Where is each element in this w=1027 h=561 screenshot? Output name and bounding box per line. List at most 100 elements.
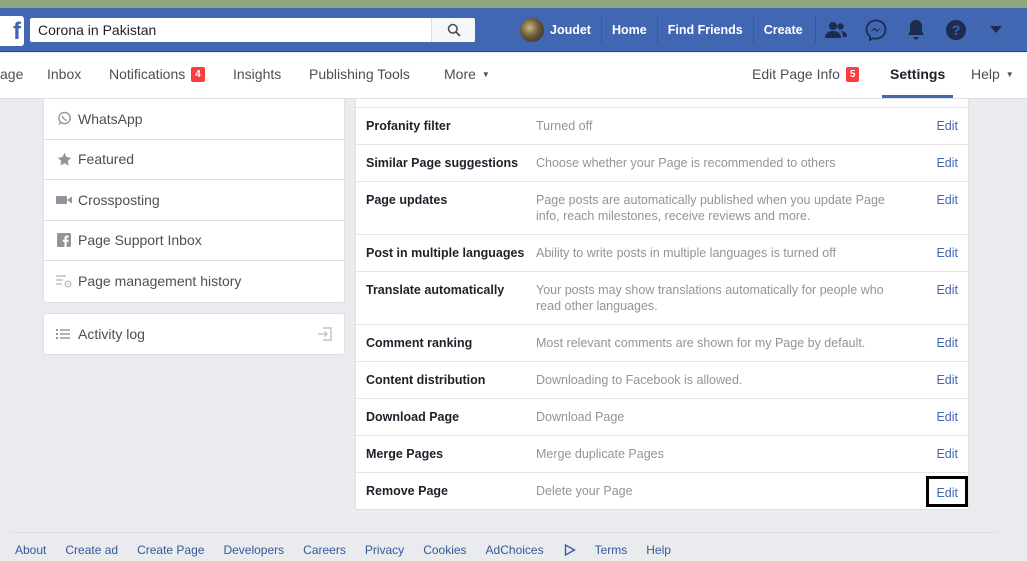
settings-row-content-distribution: Content distribution Downloading to Face… <box>356 362 968 399</box>
edit-link[interactable]: Edit <box>936 193 958 207</box>
sidebar-item-label: WhatsApp <box>78 110 143 127</box>
general-settings-table: Profanity filter Turned off Edit Similar… <box>355 99 969 510</box>
edit-link[interactable]: Edit <box>936 246 958 260</box>
notifications-button[interactable] <box>896 16 936 44</box>
tab-inbox[interactable]: Inbox <box>47 53 81 98</box>
tab-publishing-tools[interactable]: Publishing Tools <box>309 53 410 98</box>
find-friends-link[interactable]: Find Friends <box>658 16 754 44</box>
whatsapp-icon <box>56 111 72 127</box>
settings-row-comment-ranking: Comment ranking Most relevant comments a… <box>356 325 968 362</box>
setting-label: Merge Pages <box>366 447 444 461</box>
footer-link-cookies[interactable]: Cookies <box>423 543 466 557</box>
tab-edit-page-info-label: Edit Page Info <box>752 66 840 82</box>
settings-row-page-updates: Page updates Page posts are automaticall… <box>356 182 968 235</box>
sidebar-item-label: Featured <box>78 151 135 168</box>
list-icon <box>56 328 72 340</box>
window-top-strip <box>0 0 1027 8</box>
history-gear-icon <box>56 273 72 289</box>
settings-row-profanity-filter: Profanity filter Turned off Edit <box>356 108 968 145</box>
setting-description: Most relevant comments are shown for my … <box>536 336 866 350</box>
tab-notifications-label: Notifications <box>109 66 186 82</box>
sidebar-item-page-management-history[interactable]: Page management history <box>44 261 344 302</box>
caret-down-icon: ▼ <box>1005 70 1014 79</box>
tab-more[interactable]: More ▼ <box>444 53 490 98</box>
edit-link[interactable]: Edit <box>936 373 958 387</box>
settings-row-post-in-multiple-languages: Post in multiple languages Ability to wr… <box>356 235 968 272</box>
footer-link-help[interactable]: Help <box>646 543 671 557</box>
setting-description: Turned off <box>536 119 593 133</box>
caret-down-icon <box>989 26 1002 33</box>
open-external-icon <box>318 327 332 344</box>
setting-label: Content distribution <box>366 373 486 387</box>
search-input[interactable]: Corona in Pakistan <box>30 22 431 38</box>
question-icon: ? <box>945 20 966 40</box>
tab-help-label: Help <box>971 66 1000 82</box>
sidebar-item-featured[interactable]: Featured <box>44 140 344 180</box>
facebook-logo-icon[interactable]: f <box>0 16 24 46</box>
footer-link-create-page[interactable]: Create Page <box>137 543 204 557</box>
top-nav-links: Joudet Home Find Friends Create ? <box>520 16 1016 44</box>
caret-down-icon: ▼ <box>481 70 490 79</box>
setting-description: Your posts may show translations automat… <box>536 283 884 313</box>
setting-description: Delete your Page <box>536 484 633 498</box>
tab-page[interactable]: age <box>0 53 23 98</box>
notifications-count-badge: 4 <box>191 67 205 82</box>
settings-row-translate-automatically: Translate automatically Your posts may s… <box>356 272 968 325</box>
avatar[interactable] <box>520 18 544 42</box>
search-button[interactable] <box>431 18 475 42</box>
edit-link[interactable]: Edit <box>936 447 958 461</box>
footer-links: About Create ad Create Page Developers C… <box>15 543 690 557</box>
search-bar: Corona in Pakistan <box>30 18 475 42</box>
edit-link[interactable]: Edit <box>936 119 958 133</box>
setting-description: Downloading to Facebook is allowed. <box>536 373 743 387</box>
friend-requests-button[interactable] <box>816 16 856 44</box>
edit-page-info-count-badge: 5 <box>845 67 860 82</box>
sidebar-item-crossposting[interactable]: Crossposting <box>44 180 344 221</box>
setting-label: Comment ranking <box>366 336 473 350</box>
tab-settings[interactable]: Settings <box>882 53 954 98</box>
footer-link-developers[interactable]: Developers <box>223 543 284 557</box>
help-button[interactable]: ? <box>936 16 976 44</box>
settings-sidebar: WhatsApp Featured Crossposting Page Supp… <box>43 99 345 303</box>
edit-link[interactable]: Edit <box>936 283 958 297</box>
tab-edit-page-info[interactable]: Edit Page Info 5 <box>752 53 860 98</box>
create-link[interactable]: Create <box>754 16 816 44</box>
activity-log-label: Activity log <box>78 326 145 342</box>
settings-row-remove-page: Remove Page Delete your Page Edit <box>356 473 968 510</box>
home-link[interactable]: Home <box>602 16 658 44</box>
video-camera-icon <box>56 192 72 208</box>
adchoices-icon <box>564 544 576 556</box>
sidebar-item-page-support-inbox[interactable]: Page Support Inbox <box>44 221 344 261</box>
remove-page-edit-link[interactable]: Edit <box>926 476 968 507</box>
setting-description: Download Page <box>536 410 625 424</box>
edit-link[interactable]: Edit <box>936 410 958 424</box>
tab-more-label: More <box>444 66 476 82</box>
messenger-button[interactable] <box>856 16 896 44</box>
activity-log-link[interactable]: Activity log <box>43 313 345 355</box>
tab-insights[interactable]: Insights <box>233 53 281 98</box>
settings-row-similar-page-suggestions: Similar Page suggestions Choose whether … <box>356 145 968 182</box>
edit-link[interactable]: Edit <box>936 336 958 350</box>
footer-link-privacy[interactable]: Privacy <box>365 543 404 557</box>
footer-link-about[interactable]: About <box>15 543 46 557</box>
sidebar-item-whatsapp[interactable]: WhatsApp <box>44 99 344 140</box>
footer-link-adchoices[interactable]: AdChoices <box>486 543 576 557</box>
setting-label: Similar Page suggestions <box>366 156 519 170</box>
footer-link-careers[interactable]: Careers <box>303 543 346 557</box>
edit-link[interactable]: Edit <box>936 156 958 170</box>
setting-label: Page updates <box>366 193 448 207</box>
search-icon <box>447 23 461 37</box>
footer-link-create-ad[interactable]: Create ad <box>65 543 118 557</box>
footer-link-terms[interactable]: Terms <box>595 543 628 557</box>
footer-link-adchoices-label: AdChoices <box>485 543 544 557</box>
svg-text:?: ? <box>951 22 960 38</box>
tab-help[interactable]: Help ▼ <box>971 53 1014 98</box>
tab-notifications[interactable]: Notifications 4 <box>109 53 205 98</box>
messenger-icon <box>865 19 887 41</box>
page-tab-bar: age Inbox Notifications 4 Insights Publi… <box>0 53 1027 99</box>
settings-row-merge-pages: Merge Pages Merge duplicate Pages Edit <box>356 436 968 473</box>
setting-label: Profanity filter <box>366 119 451 133</box>
profile-link[interactable]: Joudet <box>550 16 602 44</box>
bell-icon <box>907 20 924 40</box>
account-menu-button[interactable] <box>976 16 1016 44</box>
